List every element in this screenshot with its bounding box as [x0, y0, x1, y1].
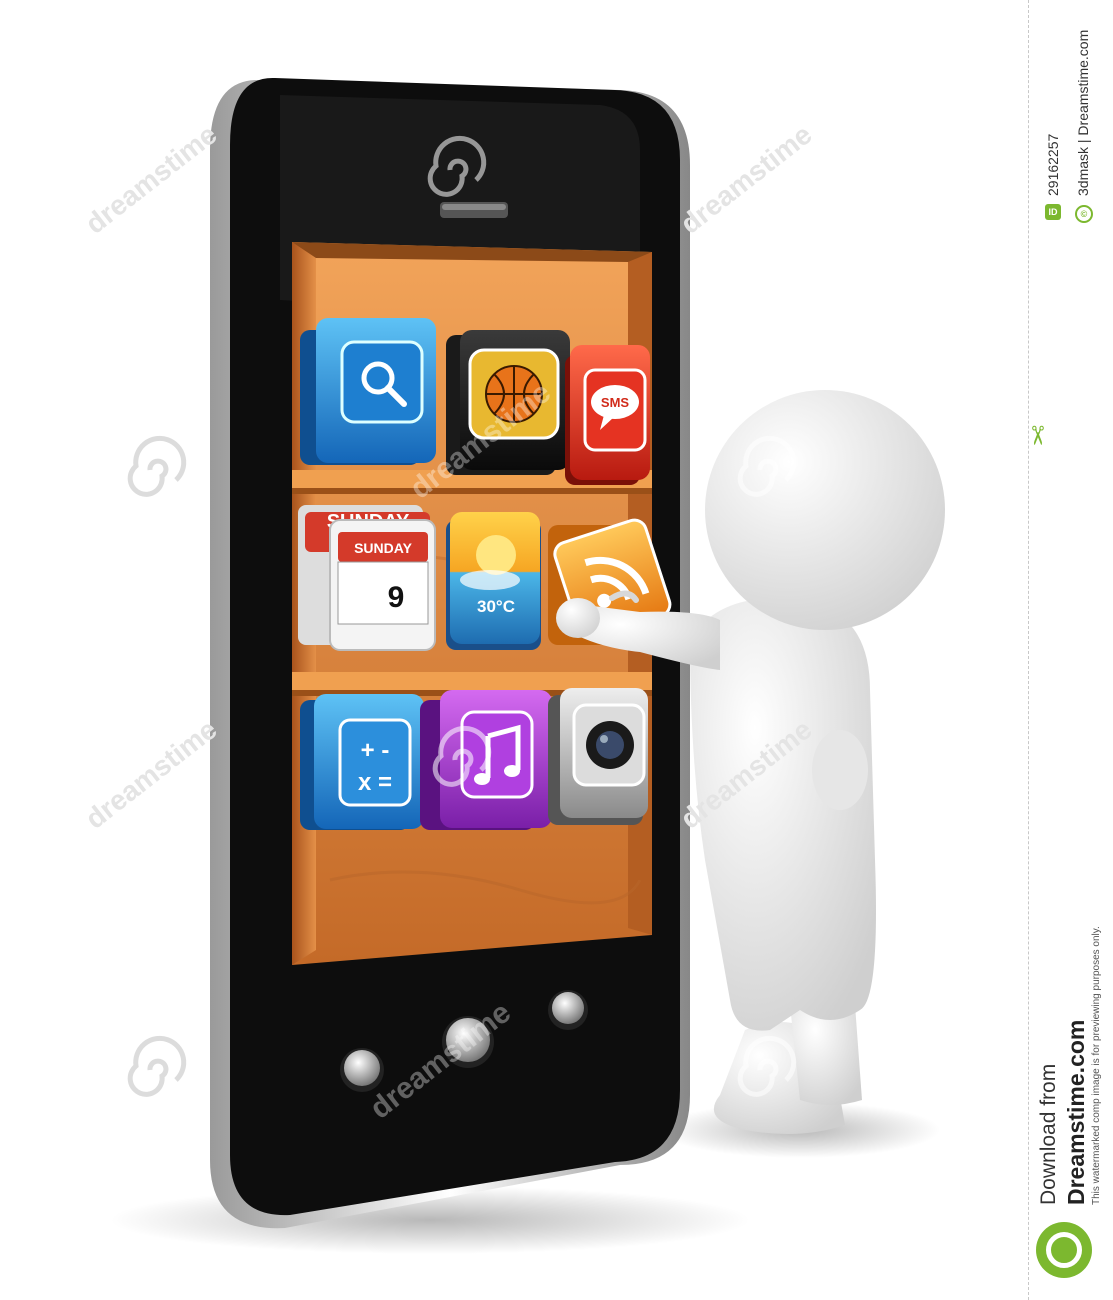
- app-weather[interactable]: 30°C: [446, 512, 541, 650]
- watermark-strip: ID 29162257 © 3dmask | Dreamstime.com Do…: [1028, 0, 1113, 1300]
- app-camera[interactable]: [548, 688, 648, 825]
- scissors-icon: ✂: [1022, 424, 1053, 447]
- sms-label: SMS: [601, 395, 630, 410]
- dreamstime-logo-icon: [1036, 1222, 1092, 1278]
- app-calculator[interactable]: + - x =: [300, 694, 424, 830]
- scene: SMS SUNDAY SUNDAY 9 30°C: [80, 77, 945, 1254]
- id-badge: ID: [1045, 204, 1061, 220]
- image-credit: 3dmask | Dreamstime.com: [1075, 29, 1091, 196]
- calendar-day: SUNDAY: [354, 540, 412, 556]
- app-sms[interactable]: SMS: [565, 345, 650, 485]
- figure-head: [705, 390, 945, 630]
- figure-hand: [556, 598, 600, 638]
- app-calendar[interactable]: SUNDAY SUNDAY 9: [298, 505, 436, 651]
- preview-notice: This watermarked comp image is for previ…: [1091, 926, 1102, 1205]
- site-name: Dreamstime.com: [1063, 1019, 1089, 1205]
- temperature-label: 30°C: [477, 597, 515, 616]
- camera-icon: [586, 721, 634, 769]
- calendar-date: 9: [388, 581, 405, 614]
- phone-button-left[interactable]: [340, 1048, 384, 1092]
- watermark-brand: dreamstime: [80, 119, 223, 240]
- calc-symbols-top: + -: [361, 737, 390, 764]
- image-id: 29162257: [1045, 133, 1061, 196]
- watermark-brand: dreamstime: [675, 119, 818, 240]
- calculator-icon: + - x =: [338, 718, 412, 807]
- phone-button-right[interactable]: [548, 990, 588, 1030]
- app-search[interactable]: [300, 318, 436, 465]
- watermark-brand: dreamstime: [80, 714, 223, 835]
- calc-symbols-bottom: x =: [358, 769, 392, 796]
- download-from: Download from: [1037, 1063, 1060, 1205]
- copyright-badge: ©: [1075, 205, 1093, 223]
- calendar-icon: SUNDAY 9: [337, 532, 429, 625]
